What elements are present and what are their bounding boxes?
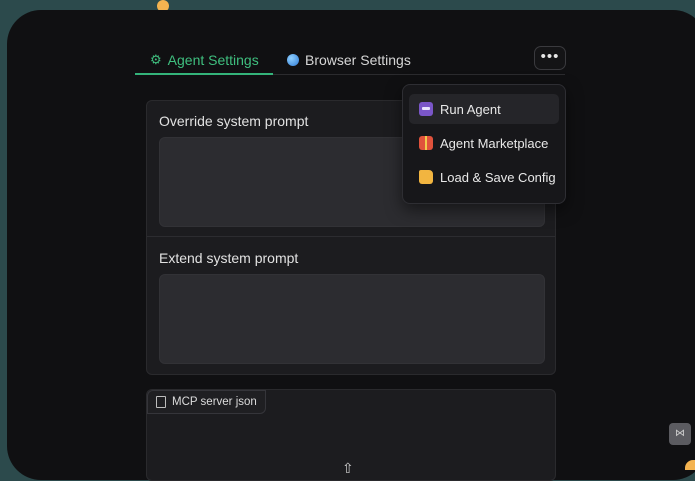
- globe-icon: [287, 54, 299, 66]
- file-icon: [156, 396, 166, 408]
- extend-prompt-textarea[interactable]: [159, 274, 545, 364]
- extend-prompt-label: Extend system prompt: [159, 250, 299, 266]
- menu-item-agent-marketplace[interactable]: Agent Marketplace: [409, 128, 559, 158]
- folder-icon: [419, 170, 433, 184]
- robot-icon: [419, 102, 433, 116]
- corner-accent: [685, 460, 695, 470]
- panel-divider: [147, 236, 555, 237]
- menu-item-load-save-config[interactable]: Load & Save Config: [409, 162, 559, 192]
- menu-item-run-agent[interactable]: Run Agent: [409, 94, 559, 124]
- more-options-menu: Run Agent Agent Marketplace Load & Save …: [402, 84, 566, 204]
- tab-agent-settings-label: Agent Settings: [167, 52, 259, 68]
- gear-icon: ⚙: [150, 52, 162, 67]
- mcp-server-json-tag: MCP server json: [147, 390, 266, 414]
- menu-item-load-save-config-label: Load & Save Config: [440, 169, 556, 185]
- tab-agent-settings[interactable]: ⚙ Agent Settings: [135, 47, 273, 75]
- mcp-server-json-label: MCP server json: [172, 396, 257, 408]
- thumbnail-icon[interactable]: ⋈: [669, 423, 691, 445]
- settings-tabs: ⚙ Agent Settings Browser Settings: [135, 44, 565, 75]
- tab-browser-settings-label: Browser Settings: [305, 52, 411, 68]
- upload-icon[interactable]: ⇧: [342, 460, 354, 477]
- tab-browser-settings[interactable]: Browser Settings: [287, 47, 411, 73]
- menu-item-agent-marketplace-label: Agent Marketplace: [440, 135, 549, 151]
- more-options-button[interactable]: •••: [534, 46, 566, 70]
- gift-icon: [419, 136, 433, 150]
- mcp-server-panel[interactable]: MCP server json ⇧: [146, 389, 556, 481]
- override-prompt-label: Override system prompt: [159, 113, 309, 129]
- menu-item-run-agent-label: Run Agent: [440, 101, 501, 117]
